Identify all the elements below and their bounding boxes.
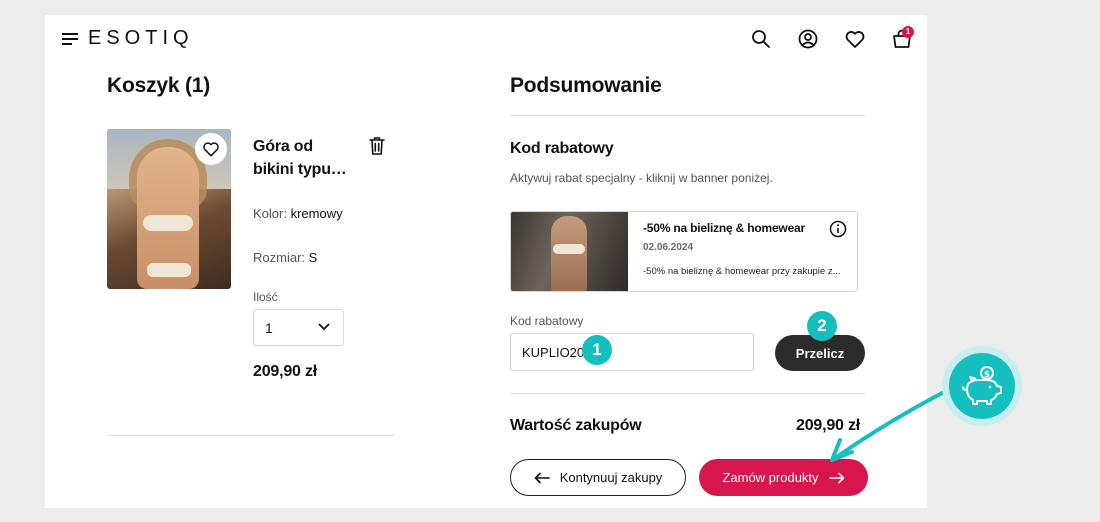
menu-icon[interactable]	[62, 33, 78, 45]
quantity-select[interactable]: 1	[253, 309, 344, 346]
wishlist-icon[interactable]	[843, 27, 867, 51]
continue-shopping-label: Kontynuuj zakupy	[559, 470, 663, 485]
color-label: Kolor:	[253, 206, 287, 221]
promo-banner[interactable]: -50% na bieliznę & homewear 02.06.2024 -…	[510, 211, 858, 292]
color-value: kremowy	[290, 206, 343, 221]
piggy-bank-icon: $	[949, 353, 1015, 419]
promo-description: -50% na bieliznę & homewear przy zakupie…	[643, 266, 841, 277]
order-products-label: Zamów produkty	[722, 470, 819, 485]
page-container: ESOTIQ 1 Koszyk (1) Góra od bikini typu……	[45, 15, 927, 508]
cart-count-badge: 1	[902, 26, 914, 38]
product-name[interactable]: Góra od bikini typu…	[253, 135, 353, 181]
total-label: Wartość zakupów	[510, 417, 642, 434]
promo-image	[511, 212, 628, 291]
product-price: 209,90 zł	[253, 363, 318, 380]
quantity-value: 1	[265, 320, 273, 336]
discount-hint: Aktywuj rabat specjalny - kliknij w bann…	[510, 171, 773, 185]
cart-title: Koszyk (1)	[107, 74, 211, 97]
product-color: Kolor: kremowy	[253, 206, 343, 221]
svg-text:$: $	[984, 370, 990, 380]
code-label: Kod rabatowy	[510, 314, 584, 328]
size-value: S	[308, 250, 318, 265]
divider	[510, 393, 865, 394]
size-label: Rozmiar:	[253, 250, 306, 265]
delete-item-icon[interactable]	[368, 136, 386, 161]
arrow-right-icon	[828, 472, 844, 483]
chevron-down-icon	[318, 323, 330, 331]
pointer-arrow	[830, 388, 950, 462]
quantity-label: Ilość	[253, 290, 278, 304]
info-icon[interactable]	[829, 220, 847, 243]
search-icon[interactable]	[749, 27, 773, 51]
step-marker-1: 1	[582, 335, 612, 365]
divider	[510, 115, 865, 116]
discount-code-field[interactable]	[510, 333, 754, 371]
product-size: Rozmiar: S	[253, 250, 317, 265]
divider	[107, 435, 394, 436]
discount-heading: Kod rabatowy	[510, 140, 614, 157]
step-marker-2: 2	[807, 311, 837, 341]
promo-title: -50% na bieliznę & homewear	[643, 221, 805, 235]
product-favorite-button[interactable]	[195, 133, 227, 165]
account-icon[interactable]	[796, 27, 820, 51]
discount-code-input[interactable]	[511, 334, 753, 370]
brand-logo[interactable]: ESOTIQ	[88, 27, 194, 50]
heart-icon	[203, 142, 219, 157]
summary-title: Podsumowanie	[510, 74, 662, 97]
promo-date: 02.06.2024	[643, 242, 694, 253]
continue-shopping-button[interactable]: Kontynuuj zakupy	[510, 459, 686, 496]
arrow-left-icon	[534, 472, 550, 483]
